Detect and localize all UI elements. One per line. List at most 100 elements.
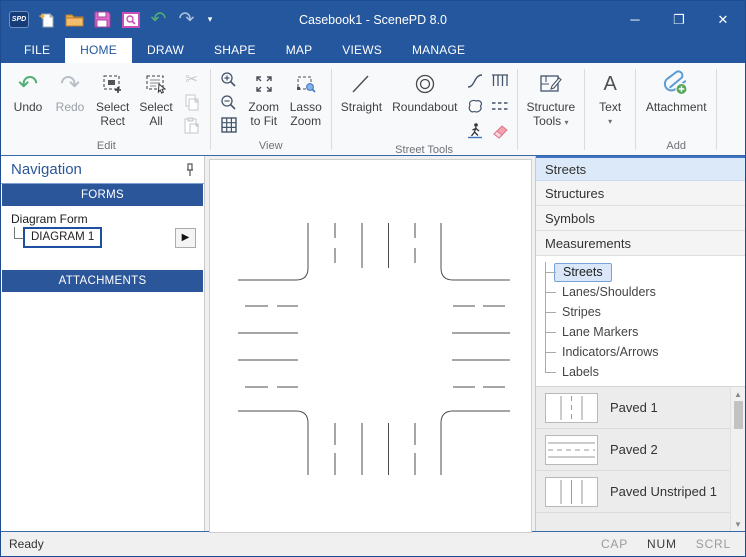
redo-icon: ↷ <box>60 75 80 94</box>
open-folder-icon[interactable] <box>64 9 85 30</box>
select-all-button[interactable]: Select All <box>134 66 177 130</box>
scroll-down-icon[interactable]: ▼ <box>731 517 745 531</box>
caps-lock-indicator: CAP <box>601 537 628 551</box>
accordion-header-structures[interactable]: Structures <box>536 181 745 206</box>
structure-tools-button[interactable]: Structure Tools ▾ <box>522 66 581 130</box>
list-item-partial[interactable] <box>536 513 730 531</box>
zoom-in-icon <box>220 71 237 88</box>
titlebar: SPD <box>1 1 745 38</box>
ribbon-group-add: Attachment Add <box>638 66 714 154</box>
accordion-header-measurements[interactable]: Measurements <box>536 231 745 256</box>
tree-item-stripes[interactable]: Stripes <box>536 302 745 322</box>
tab-shape[interactable]: SHAPE <box>199 38 271 63</box>
diagram-tree-item[interactable]: DIAGRAM 1 <box>23 227 102 248</box>
pin-icon[interactable] <box>184 163 196 177</box>
cut-button[interactable]: ✂ <box>181 68 203 90</box>
accordion-header-streets[interactable]: Streets <box>536 156 745 181</box>
roundabout-button[interactable]: Roundabout <box>387 66 462 117</box>
eraser-button[interactable] <box>488 118 513 143</box>
list-item-paved-unstriped-1[interactable]: Paved Unstriped 1 <box>536 471 730 513</box>
lasso-zoom-icon <box>294 70 318 98</box>
tab-file[interactable]: FILE <box>9 38 65 63</box>
quick-redo-icon[interactable]: ↷ <box>176 9 197 30</box>
forms-section-header[interactable]: FORMS <box>2 184 203 206</box>
grid-toggle-button[interactable] <box>218 114 240 136</box>
dashed-lines-icon <box>491 100 509 112</box>
scroll-lock-indicator: SCRL <box>696 537 731 551</box>
status-text: Ready <box>9 537 44 551</box>
structure-tools-icon <box>538 70 564 98</box>
list-item-paved-1[interactable]: Paved 1 <box>536 387 730 429</box>
tree-item-streets[interactable]: Streets <box>536 262 745 282</box>
redo-button[interactable]: ↷ Redo <box>49 66 91 117</box>
ribbon: ↶ Undo ↷ Redo Select Rect <box>1 63 745 156</box>
scrollbar-thumb[interactable] <box>734 401 743 429</box>
curved-street-button[interactable] <box>463 68 488 93</box>
ribbon-group-street-tools: Straight Roundabout <box>334 66 515 154</box>
print-preview-icon[interactable] <box>120 9 141 30</box>
tree-item-lane-markers[interactable]: Lane Markers <box>536 322 745 342</box>
zoom-in-button[interactable] <box>218 68 240 90</box>
qat-customize-caret-icon[interactable]: ▾ <box>204 9 216 30</box>
accordion-header-symbols[interactable]: Symbols <box>536 206 745 231</box>
undo-icon: ↶ <box>18 75 38 94</box>
select-rect-button[interactable]: Select Rect <box>91 66 134 130</box>
drawing-canvas[interactable] <box>205 156 535 531</box>
tab-home[interactable]: HOME <box>65 38 132 63</box>
text-tool-button[interactable]: A Text ▾ <box>589 66 631 128</box>
zoom-out-icon <box>220 94 237 111</box>
crosswalk-button[interactable] <box>463 118 488 143</box>
quick-undo-icon[interactable]: ↶ <box>148 9 169 30</box>
streets-palette-panel: Streets Structures Symbols Measurements … <box>535 156 745 531</box>
list-scrollbar[interactable]: ▲ ▼ <box>730 387 745 531</box>
pedestrian-icon <box>466 122 484 139</box>
paste-button[interactable] <box>181 114 203 136</box>
copy-button[interactable] <box>181 91 203 113</box>
irregular-area-button[interactable] <box>463 93 488 118</box>
tab-manage[interactable]: MANAGE <box>397 38 480 63</box>
group-separator <box>331 69 332 150</box>
open-form-button[interactable]: ▶ <box>175 228 196 248</box>
diagram-page[interactable] <box>209 159 532 533</box>
dashed-stripes-button[interactable] <box>488 93 513 118</box>
quick-access-toolbar: SPD <box>1 9 216 30</box>
partial-preview <box>545 531 598 532</box>
ribbon-group-view: Zoom to Fit Lasso Zoom View <box>213 66 329 154</box>
navigation-panel-title: Navigation <box>11 161 82 178</box>
ribbon-tabbar: FILE HOME DRAW SHAPE MAP VIEWS MANAGE <box>1 38 745 63</box>
maximize-button[interactable]: ❐ <box>657 5 701 35</box>
list-item-paved-2[interactable]: Paved 2 <box>536 429 730 471</box>
new-file-icon[interactable] <box>36 9 57 30</box>
attachment-button[interactable]: Attachment <box>640 66 712 117</box>
zoom-to-fit-button[interactable]: Zoom to Fit <box>243 66 285 130</box>
street-category-tree: Streets Lanes/Shoulders Stripes Lane Mar… <box>536 256 745 386</box>
undo-button[interactable]: ↶ Undo <box>7 66 49 117</box>
paste-icon <box>184 117 199 134</box>
attachments-section-header[interactable]: ATTACHMENTS <box>2 270 203 292</box>
app-logo: SPD <box>9 11 29 28</box>
tab-draw[interactable]: DRAW <box>132 38 199 63</box>
grid-icon <box>221 117 237 133</box>
tree-branch <box>14 227 23 239</box>
minimize-button[interactable]: ─ <box>613 5 657 35</box>
tree-item-labels[interactable]: Labels <box>536 362 745 382</box>
eraser-icon <box>491 123 509 139</box>
tree-item-indicators-arrows[interactable]: Indicators/Arrows <box>536 342 745 362</box>
ribbon-group-edit: ↶ Undo ↷ Redo Select Rect <box>5 66 208 154</box>
paved-1-preview <box>545 393 598 423</box>
paved-unstriped-1-preview <box>545 477 598 507</box>
close-button[interactable]: ✕ <box>701 5 745 35</box>
app-window: SPD <box>0 0 746 557</box>
parking-stalls-button[interactable] <box>488 68 513 93</box>
dropdown-caret-icon: ▾ <box>608 118 612 126</box>
diagram-form-label: Diagram Form <box>11 212 196 226</box>
lasso-zoom-button[interactable]: Lasso Zoom <box>285 66 327 130</box>
straight-street-button[interactable]: Straight <box>336 66 387 117</box>
tree-item-lanes-shoulders[interactable]: Lanes/Shoulders <box>536 282 745 302</box>
save-icon[interactable] <box>92 9 113 30</box>
tab-views[interactable]: VIEWS <box>327 38 397 63</box>
scroll-up-icon[interactable]: ▲ <box>731 387 745 401</box>
zoom-out-button[interactable] <box>218 91 240 113</box>
straight-line-icon <box>349 70 373 98</box>
tab-map[interactable]: MAP <box>271 38 328 63</box>
